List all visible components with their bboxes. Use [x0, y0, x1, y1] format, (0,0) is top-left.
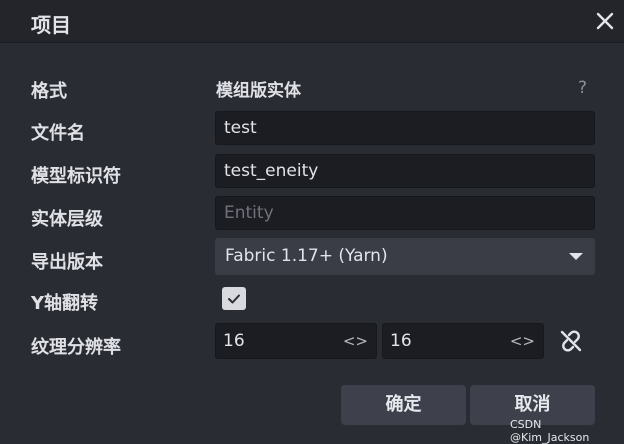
y-flip-label: Y轴翻转 [31, 293, 99, 314]
texture-width-input[interactable]: 16 <> [215, 323, 377, 359]
close-button[interactable] [592, 8, 618, 34]
drag-arrows-icon[interactable]: <> [510, 324, 535, 358]
export-version-select[interactable]: Fabric 1.17+ (Yarn) [215, 238, 595, 275]
export-version-value: Fabric 1.17+ (Yarn) [225, 246, 388, 266]
watermark: CSDN @Kim_Jackson [510, 418, 590, 444]
texture-resolution-label: 纹理分辨率 [31, 337, 121, 358]
close-icon [596, 12, 614, 30]
model-id-input[interactable] [215, 154, 595, 188]
entity-layer-input[interactable] [215, 196, 595, 230]
filename-input[interactable] [215, 111, 595, 145]
chevron-down-icon [569, 253, 583, 260]
filename-label: 文件名 [31, 123, 85, 144]
dialog-titlebar: 项目 [0, 0, 624, 43]
texture-height-value: 16 [390, 331, 412, 351]
dialog-title: 项目 [31, 13, 71, 37]
checkmark-icon [228, 294, 240, 303]
texture-width-value: 16 [223, 331, 245, 351]
export-version-label: 导出版本 [31, 252, 103, 273]
model-id-label: 模型标识符 [31, 166, 121, 187]
format-value: 模组版实体 [216, 81, 301, 101]
unlink-icon [560, 330, 582, 352]
drag-arrows-icon[interactable]: <> [343, 324, 368, 358]
y-flip-checkbox[interactable] [222, 287, 246, 310]
help-icon[interactable]: ? [578, 78, 587, 98]
format-label: 格式 [31, 81, 67, 102]
confirm-button[interactable]: 确定 [341, 385, 466, 425]
texture-height-input[interactable]: 16 <> [382, 323, 544, 359]
entity-layer-label: 实体层级 [31, 209, 103, 230]
unlink-button[interactable] [558, 328, 584, 354]
